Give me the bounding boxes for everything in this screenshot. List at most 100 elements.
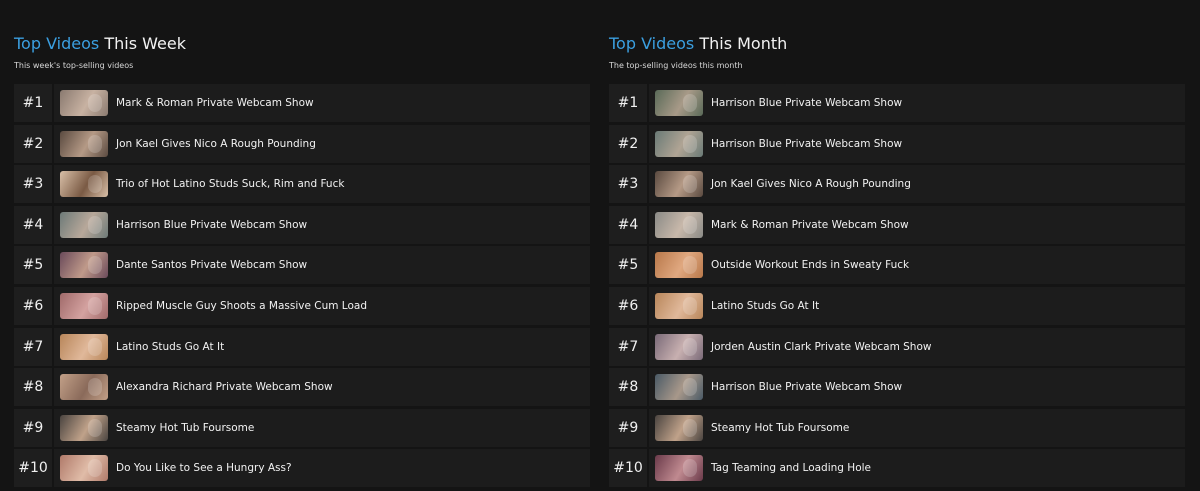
- video-thumbnail[interactable]: [655, 211, 703, 238]
- video-thumbnail[interactable]: [60, 455, 108, 482]
- video-title[interactable]: Harrison Blue Private Webcam Show: [711, 97, 902, 109]
- video-title[interactable]: Jon Kael Gives Nico A Rough Pounding: [711, 178, 911, 190]
- video-link[interactable]: Mark & Roman Private Webcam Show: [649, 205, 1185, 244]
- video-link[interactable]: Harrison Blue Private Webcam Show: [649, 368, 1185, 407]
- video-link[interactable]: Jon Kael Gives Nico A Rough Pounding: [649, 165, 1185, 204]
- video-title[interactable]: Steamy Hot Tub Foursome: [711, 422, 849, 434]
- video-thumbnail[interactable]: [655, 252, 703, 279]
- video-thumbnail[interactable]: [60, 414, 108, 441]
- video-rank: #4: [609, 205, 647, 244]
- month-video-row[interactable]: #7 Jorden Austin Clark Private Webcam Sho…: [609, 327, 1185, 366]
- video-link[interactable]: Mark & Roman Private Webcam Show: [54, 84, 590, 122]
- video-thumbnail[interactable]: [60, 171, 108, 198]
- video-link[interactable]: Harrison Blue Private Webcam Show: [649, 84, 1185, 122]
- video-title[interactable]: Dante Santos Private Webcam Show: [116, 259, 307, 271]
- video-title[interactable]: Harrison Blue Private Webcam Show: [116, 219, 307, 231]
- week-video-row[interactable]: #4 Harrison Blue Private Webcam Show: [14, 205, 590, 244]
- week-video-row[interactable]: #2 Jon Kael Gives Nico A Rough Pounding: [14, 124, 590, 163]
- month-panel-subtitle: The top-selling videos this month: [609, 61, 743, 70]
- video-rank: #5: [609, 246, 647, 285]
- video-thumbnail[interactable]: [655, 90, 703, 116]
- thumbnail-highlight: [683, 215, 697, 234]
- week-video-row[interactable]: #6 Ripped Muscle Guy Shoots a Massive Cum…: [14, 286, 590, 325]
- video-rank: #9: [609, 408, 647, 447]
- video-rank: #3: [609, 165, 647, 204]
- video-link[interactable]: Jon Kael Gives Nico A Rough Pounding: [54, 124, 590, 163]
- video-link[interactable]: Ripped Muscle Guy Shoots a Massive Cum L…: [54, 286, 590, 325]
- thumbnail-highlight: [683, 418, 697, 437]
- video-thumbnail[interactable]: [60, 130, 108, 157]
- week-video-row[interactable]: #9 Steamy Hot Tub Foursome: [14, 408, 590, 447]
- video-thumbnail[interactable]: [60, 252, 108, 279]
- video-title[interactable]: Jon Kael Gives Nico A Rough Pounding: [116, 138, 316, 150]
- month-video-row[interactable]: #3 Jon Kael Gives Nico A Rough Pounding: [609, 165, 1185, 204]
- video-link[interactable]: Harrison Blue Private Webcam Show: [649, 124, 1185, 163]
- video-rank: #8: [609, 368, 647, 407]
- video-thumbnail[interactable]: [655, 414, 703, 441]
- thumbnail-highlight: [88, 256, 102, 275]
- video-link[interactable]: Dante Santos Private Webcam Show: [54, 246, 590, 285]
- month-title-rest: This Month: [694, 34, 788, 53]
- video-link[interactable]: Tag Teaming and Loading Hole: [649, 449, 1185, 488]
- video-title[interactable]: Harrison Blue Private Webcam Show: [711, 138, 902, 150]
- video-title[interactable]: Alexandra Richard Private Webcam Show: [116, 381, 333, 393]
- video-title[interactable]: Trio of Hot Latino Studs Suck, Rim and F…: [116, 178, 344, 190]
- video-rank: #1: [609, 84, 647, 122]
- month-video-row[interactable]: #5 Outside Workout Ends in Sweaty Fuck: [609, 246, 1185, 285]
- video-title[interactable]: Ripped Muscle Guy Shoots a Massive Cum L…: [116, 300, 367, 312]
- month-video-row[interactable]: #2 Harrison Blue Private Webcam Show: [609, 124, 1185, 163]
- video-link[interactable]: Latino Studs Go At It: [649, 286, 1185, 325]
- week-video-row[interactable]: #1 Mark & Roman Private Webcam Show: [14, 84, 590, 122]
- video-thumbnail[interactable]: [60, 211, 108, 238]
- video-title[interactable]: Latino Studs Go At It: [711, 300, 819, 312]
- month-video-row[interactable]: #10 Tag Teaming and Loading Hole: [609, 449, 1185, 488]
- video-thumbnail[interactable]: [60, 292, 108, 319]
- week-video-row[interactable]: #10 Do You Like to See a Hungry Ass?: [14, 449, 590, 488]
- video-thumbnail[interactable]: [60, 374, 108, 401]
- month-video-row[interactable]: #6 Latino Studs Go At It: [609, 286, 1185, 325]
- video-link[interactable]: Do You Like to See a Hungry Ass?: [54, 449, 590, 488]
- video-link[interactable]: Harrison Blue Private Webcam Show: [54, 205, 590, 244]
- video-title[interactable]: Jorden Austin Clark Private Webcam Show: [711, 341, 931, 353]
- video-title[interactable]: Mark & Roman Private Webcam Show: [711, 219, 909, 231]
- video-thumbnail[interactable]: [60, 90, 108, 116]
- thumbnail-highlight: [88, 94, 102, 112]
- month-video-row[interactable]: #9 Steamy Hot Tub Foursome: [609, 408, 1185, 447]
- video-title[interactable]: Steamy Hot Tub Foursome: [116, 422, 254, 434]
- video-title[interactable]: Latino Studs Go At It: [116, 341, 224, 353]
- thumbnail-highlight: [683, 296, 697, 315]
- video-link[interactable]: Trio of Hot Latino Studs Suck, Rim and F…: [54, 165, 590, 204]
- month-video-row[interactable]: #8 Harrison Blue Private Webcam Show: [609, 368, 1185, 407]
- week-video-row[interactable]: #8 Alexandra Richard Private Webcam Show: [14, 368, 590, 407]
- video-link[interactable]: Steamy Hot Tub Foursome: [54, 408, 590, 447]
- month-video-list: #1 Harrison Blue Private Webcam Show #2 Har…: [609, 84, 1185, 490]
- thumbnail-highlight: [683, 459, 697, 478]
- video-title[interactable]: Do You Like to See a Hungry Ass?: [116, 462, 292, 474]
- video-thumbnail[interactable]: [655, 455, 703, 482]
- video-link[interactable]: Outside Workout Ends in Sweaty Fuck: [649, 246, 1185, 285]
- week-video-row[interactable]: #7 Latino Studs Go At It: [14, 327, 590, 366]
- video-title[interactable]: Outside Workout Ends in Sweaty Fuck: [711, 259, 909, 271]
- video-rank: #4: [14, 205, 52, 244]
- video-title[interactable]: Tag Teaming and Loading Hole: [711, 462, 871, 474]
- thumbnail-highlight: [88, 378, 102, 397]
- video-title[interactable]: Harrison Blue Private Webcam Show: [711, 381, 902, 393]
- video-thumbnail[interactable]: [655, 171, 703, 198]
- video-thumbnail[interactable]: [655, 333, 703, 360]
- video-link[interactable]: Steamy Hot Tub Foursome: [649, 408, 1185, 447]
- week-video-row[interactable]: #5 Dante Santos Private Webcam Show: [14, 246, 590, 285]
- thumbnail-highlight: [88, 337, 102, 356]
- thumbnail-highlight: [88, 418, 102, 437]
- video-thumbnail[interactable]: [655, 374, 703, 401]
- month-video-row[interactable]: #1 Harrison Blue Private Webcam Show: [609, 84, 1185, 122]
- video-link[interactable]: Jorden Austin Clark Private Webcam Show: [649, 327, 1185, 366]
- video-thumbnail[interactable]: [655, 130, 703, 157]
- video-thumbnail[interactable]: [655, 292, 703, 319]
- video-link[interactable]: Latino Studs Go At It: [54, 327, 590, 366]
- video-link[interactable]: Alexandra Richard Private Webcam Show: [54, 368, 590, 407]
- week-panel-subtitle: This week's top-selling videos: [14, 61, 134, 70]
- month-video-row[interactable]: #4 Mark & Roman Private Webcam Show: [609, 205, 1185, 244]
- week-video-row[interactable]: #3 Trio of Hot Latino Studs Suck, Rim and…: [14, 165, 590, 204]
- video-thumbnail[interactable]: [60, 333, 108, 360]
- video-title[interactable]: Mark & Roman Private Webcam Show: [116, 97, 314, 109]
